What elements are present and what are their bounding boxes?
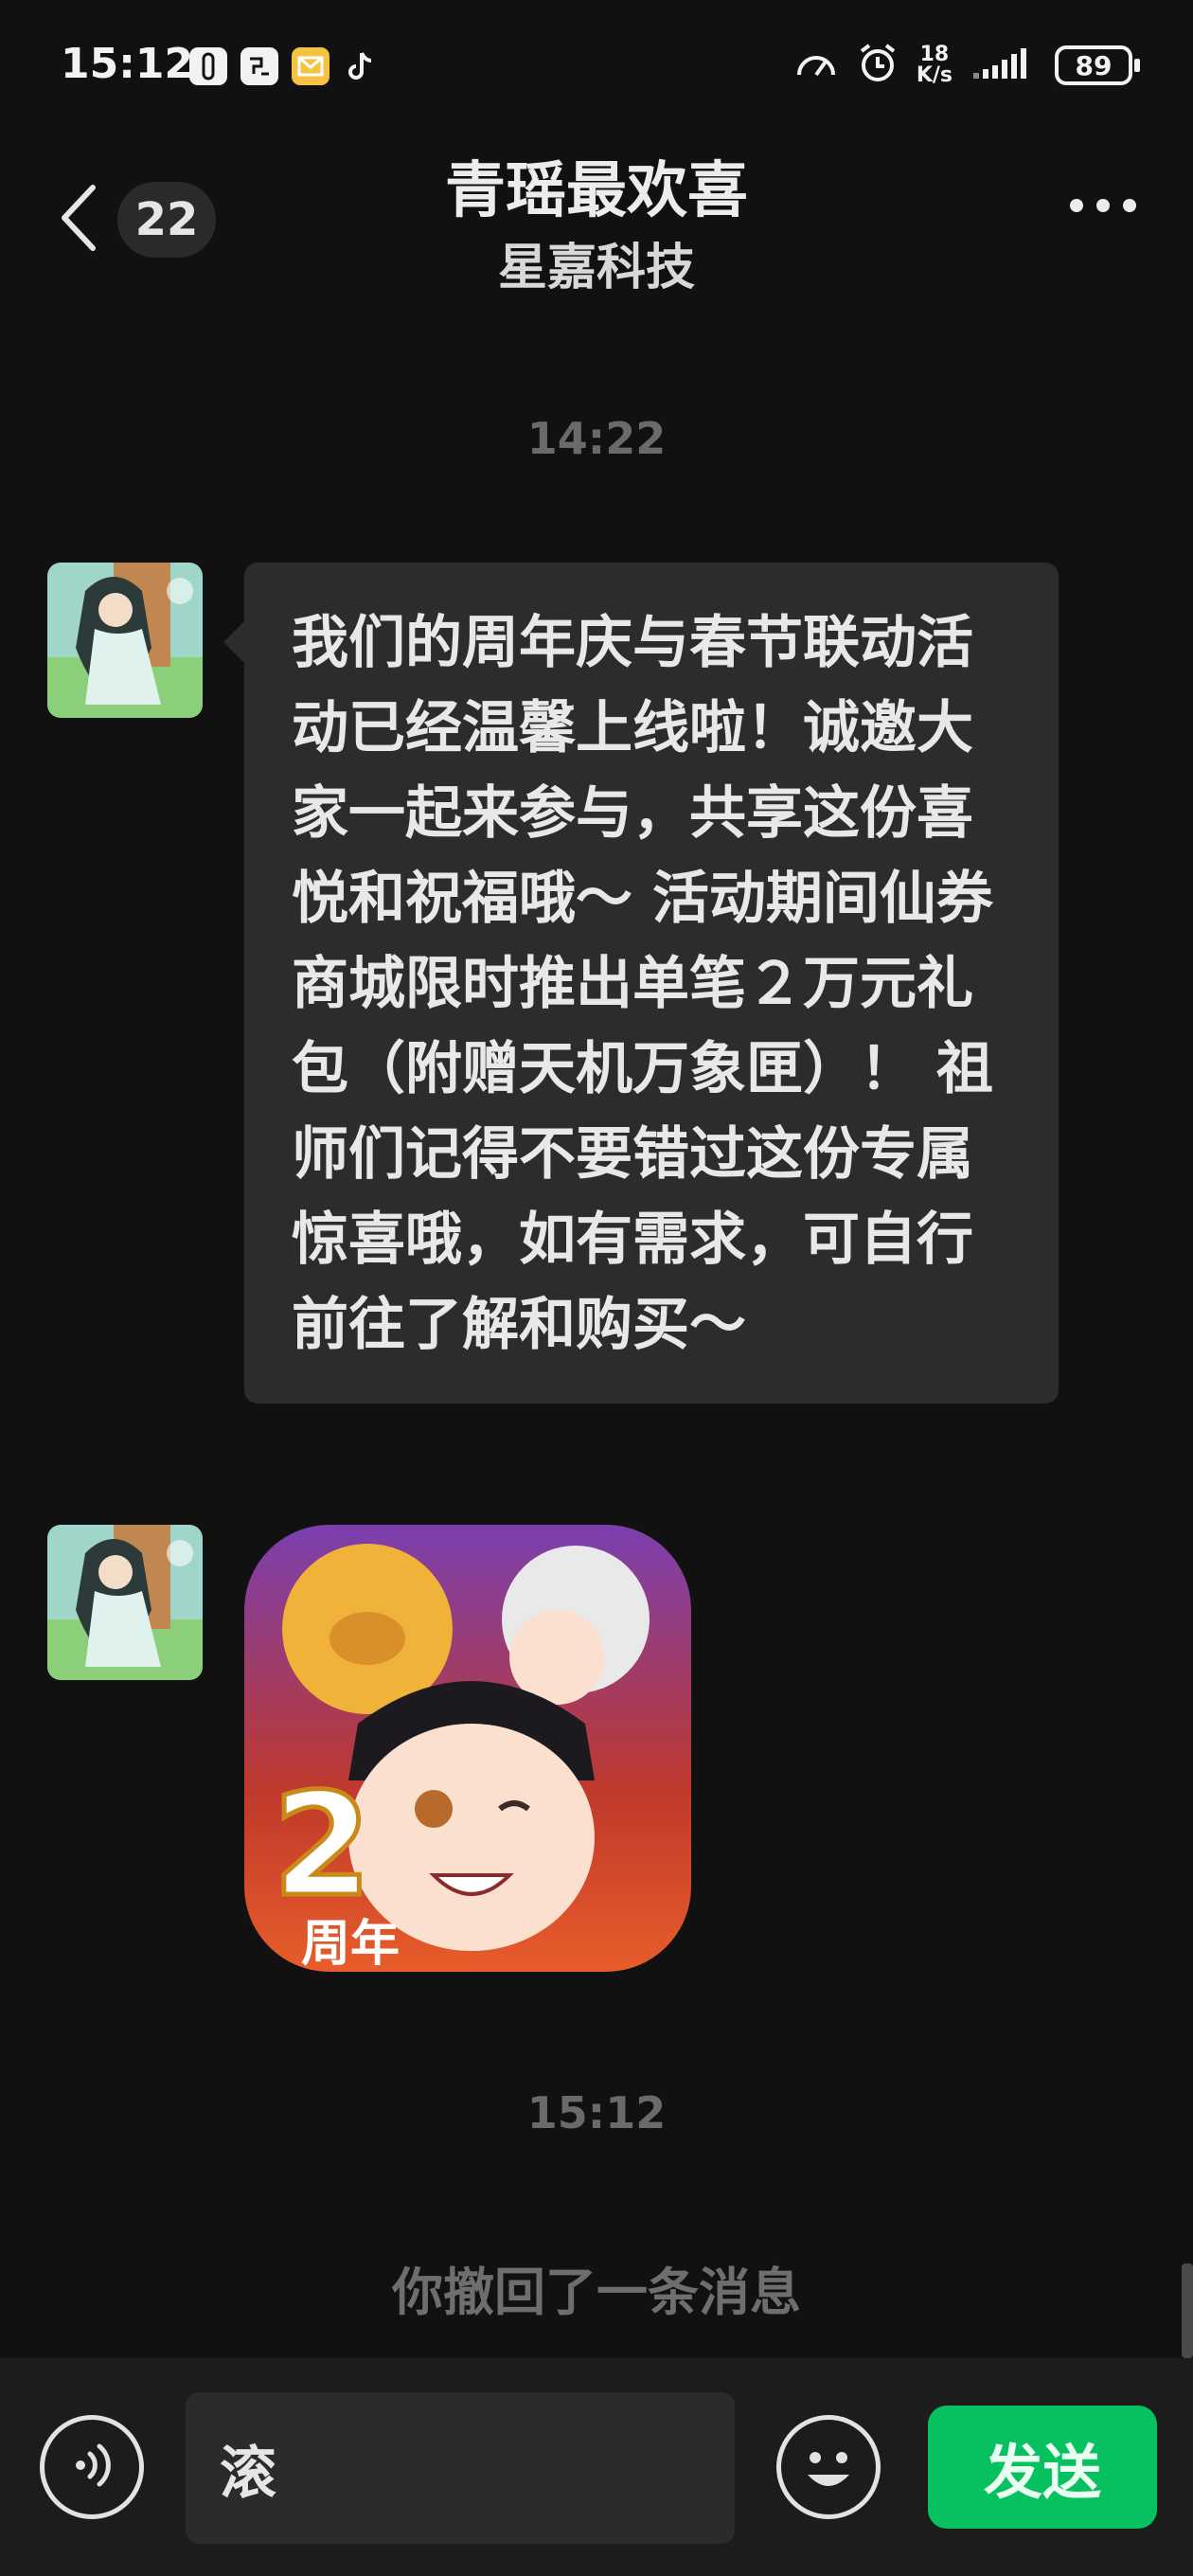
- network-speed-value: 18: [919, 43, 950, 66]
- chat-header: 青瑶最欢喜 星嘉科技 22: [0, 133, 1193, 313]
- timestamp-divider: 15:12: [526, 2087, 667, 2138]
- status-time: 15:12: [61, 40, 194, 88]
- message-input[interactable]: [186, 2392, 735, 2544]
- back-button[interactable]: 22: [57, 180, 216, 259]
- more-dot: [1096, 199, 1110, 212]
- avatar[interactable]: [47, 1525, 203, 1680]
- smile-icon: [781, 2452, 876, 2518]
- image-badge-text: 周年: [301, 1916, 400, 1972]
- status-bar: 15:12 18 K/s 89: [0, 0, 1193, 142]
- alarm-icon: [856, 42, 899, 89]
- network-speed-unit: K/s: [916, 63, 953, 87]
- emoji-button[interactable]: [776, 2415, 881, 2519]
- mail-app-icon: [292, 47, 329, 85]
- voice-icon: [63, 2437, 120, 2497]
- more-dot: [1070, 199, 1083, 212]
- tiktok-icon: [343, 47, 381, 85]
- input-bar: 发送: [0, 2358, 1193, 2576]
- notification-icons: [189, 47, 381, 85]
- voice-input-button[interactable]: [40, 2415, 144, 2519]
- link-app-icon: [189, 47, 227, 85]
- system-status: 18 K/s 89: [793, 42, 1140, 89]
- chat-screen: 15:12 18 K/s 89 青瑶最欢喜 星嘉科技 22 14:22 我们的周…: [0, 0, 1193, 2576]
- recall-notice: 你撤回了一条消息: [392, 2263, 801, 2322]
- battery-icon: 89: [1055, 45, 1140, 85]
- chevron-left-icon: [57, 180, 98, 259]
- sync-app-icon: [240, 47, 278, 85]
- timestamp-divider: 14:22: [526, 413, 667, 464]
- unread-count-badge: 22: [117, 182, 216, 258]
- avatar[interactable]: [47, 563, 203, 718]
- send-button[interactable]: 发送: [928, 2406, 1157, 2529]
- network-speed: 18 K/s: [917, 45, 953, 86]
- scrollbar[interactable]: [1182, 2263, 1193, 2358]
- speed-gauge-icon: [793, 45, 839, 86]
- signal-icon: [970, 45, 1038, 86]
- image-message[interactable]: 2 周年: [244, 1525, 691, 1972]
- message-bubble[interactable]: 我们的周年庆与春节联动活动已经温馨上线啦！诚邀大家一起来参与，共享这份喜悦和祝福…: [223, 563, 1059, 1404]
- more-dot: [1123, 199, 1136, 212]
- more-options-button[interactable]: [1070, 199, 1136, 212]
- image-badge-number: 2: [273, 1763, 371, 1928]
